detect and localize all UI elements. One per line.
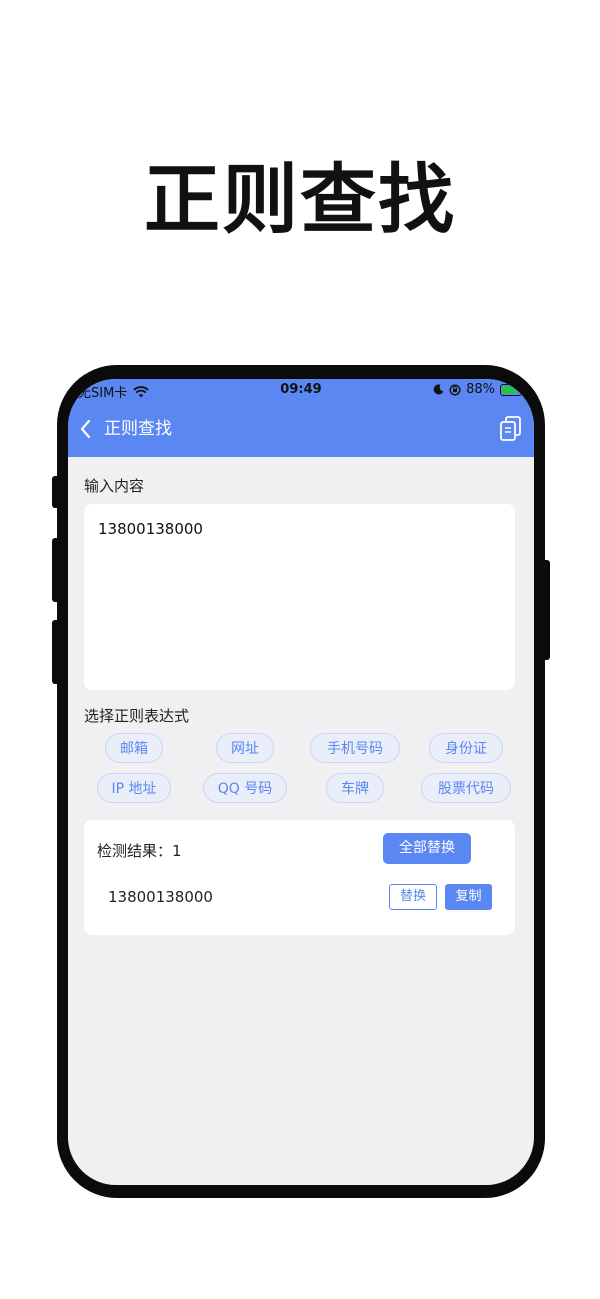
battery-fill [502, 385, 517, 394]
result-card: 检测结果：1 全部替换 13800138000 替换 复制 [84, 820, 515, 935]
regex-chip-ip[interactable]: IP 地址 [97, 773, 171, 803]
content-input-value: 13800138000 [98, 520, 203, 538]
copy-icon[interactable] [498, 415, 524, 443]
regex-chip-plate[interactable]: 车牌 [326, 773, 384, 803]
status-bar: 无SIM卡 09:49 88% [68, 379, 534, 401]
battery-icon [500, 383, 522, 396]
replace-button[interactable]: 替换 [389, 884, 437, 910]
input-section-label: 输入内容 [84, 477, 145, 495]
regex-chip-id-card[interactable]: 身份证 [429, 733, 503, 763]
orientation-lock-icon [449, 383, 461, 396]
regex-chip-email[interactable]: 邮箱 [105, 733, 163, 763]
regex-chip-phone[interactable]: 手机号码 [310, 733, 400, 763]
copy-button[interactable]: 复制 [445, 884, 492, 910]
result-item-text: 13800138000 [108, 888, 213, 906]
back-chevron-icon[interactable] [74, 417, 98, 441]
phone-screen: 无SIM卡 09:49 88% 正则查找 输入内容 13800138000 选择… [68, 379, 534, 1185]
replace-all-button[interactable]: 全部替换 [383, 833, 471, 864]
status-right: 88% [433, 382, 522, 397]
content-input[interactable]: 13800138000 [84, 504, 515, 690]
regex-options: 邮箱 网址 手机号码 身份证 IP 地址 QQ 号码 车牌 股票代码 [84, 733, 518, 807]
regex-section-label: 选择正则表达式 [84, 707, 190, 725]
battery-percent: 88% [466, 382, 495, 397]
nav-title: 正则查找 [104, 419, 172, 439]
regex-chip-qq[interactable]: QQ 号码 [203, 773, 287, 803]
nav-bar: 正则查找 [68, 409, 534, 449]
regex-chip-stock[interactable]: 股票代码 [421, 773, 511, 803]
regex-chip-url[interactable]: 网址 [216, 733, 274, 763]
promo-title: 正则查找 [144, 155, 456, 244]
result-count: 检测结果：1 [97, 842, 182, 860]
moon-icon [433, 384, 444, 395]
app-header: 无SIM卡 09:49 88% 正则查找 [68, 379, 534, 457]
